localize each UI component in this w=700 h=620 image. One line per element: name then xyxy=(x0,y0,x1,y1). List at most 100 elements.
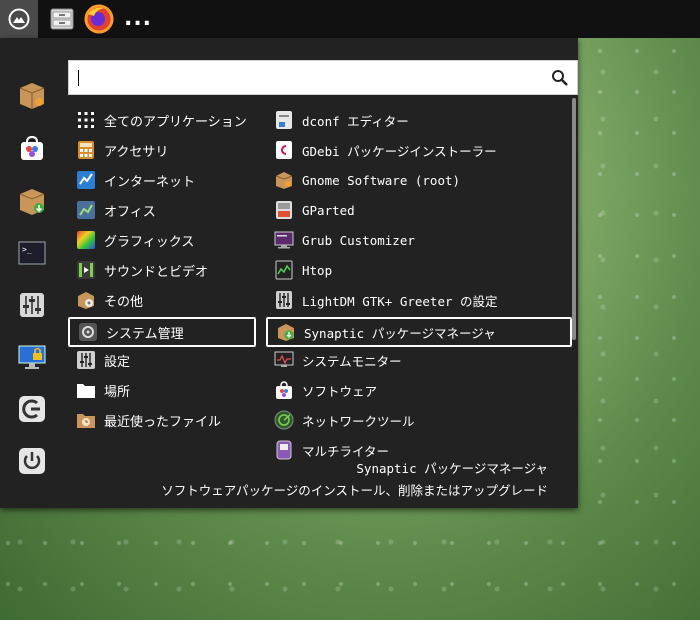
description-body: ソフトウェアパッケージのインストール、削除またはアップグレード xyxy=(161,483,548,498)
app-label: dconf エディター xyxy=(302,113,409,129)
network-tools-icon xyxy=(274,410,294,430)
search-box[interactable] xyxy=(68,60,578,95)
app-label: ネットワークツール xyxy=(302,413,415,429)
app-label: GParted xyxy=(302,202,355,218)
office-icon xyxy=(76,200,96,220)
multimedia-icon xyxy=(76,260,96,280)
category-accessories[interactable]: アクセサリ xyxy=(68,135,256,165)
category-label: 設定 xyxy=(104,354,131,370)
mixer-settings-icon xyxy=(20,293,44,317)
favorite-lock-screen[interactable] xyxy=(16,341,48,373)
internet-icon xyxy=(76,170,96,190)
favorite-terminal[interactable]: >_ xyxy=(16,237,48,269)
category-sound-video[interactable]: サウンドとビデオ xyxy=(68,255,256,285)
app-htop[interactable]: Htop xyxy=(266,255,572,285)
logout-icon xyxy=(19,396,45,422)
favorite-power[interactable] xyxy=(16,445,48,477)
app-grub-customizer[interactable]: Grub Customizer xyxy=(266,225,572,255)
other-icon xyxy=(76,290,96,310)
svg-text:>_: >_ xyxy=(22,245,32,254)
lightdm-icon xyxy=(274,290,294,310)
category-label: システム管理 xyxy=(106,326,184,342)
category-label: インターネット xyxy=(104,174,196,190)
favorite-software[interactable] xyxy=(16,132,48,164)
category-office[interactable]: オフィス xyxy=(68,195,256,225)
grub-icon xyxy=(274,230,294,250)
favorites-column: >_ xyxy=(0,38,62,508)
app-system-monitor[interactable]: システムモニター xyxy=(266,345,572,375)
category-label: オフィス xyxy=(104,204,156,220)
category-system-administration[interactable]: システム管理 xyxy=(68,317,256,347)
menu-button[interactable] xyxy=(0,0,38,38)
category-all-applications[interactable]: 全てのアプリケーション xyxy=(68,105,256,135)
app-label: Gnome Software (root) xyxy=(302,172,461,188)
app-gdebi[interactable]: GDebi パッケージインストーラー xyxy=(266,135,572,165)
more-button[interactable]: ... xyxy=(124,0,152,38)
graphics-icon xyxy=(76,230,96,250)
settings-icon xyxy=(76,350,96,370)
folder-icon xyxy=(76,380,96,400)
system-monitor-icon xyxy=(274,350,294,370)
favorite-package-install[interactable] xyxy=(16,185,48,217)
multiwriter-icon xyxy=(274,440,294,460)
category-label: 全てのアプリケーション xyxy=(104,114,247,130)
category-label: アクセサリ xyxy=(104,144,169,160)
package-install-icon xyxy=(19,189,45,215)
favorite-logout[interactable] xyxy=(16,393,48,425)
text-caret xyxy=(78,70,79,86)
file-manager-icon xyxy=(50,8,74,30)
app-label: ソフトウェア xyxy=(302,383,378,399)
app-label: Htop xyxy=(302,262,333,278)
menu-icon xyxy=(8,8,30,30)
app-label: システムモニター xyxy=(302,353,402,369)
package-icon xyxy=(274,170,294,190)
app-gnome-software-root[interactable]: Gnome Software (root) xyxy=(266,165,572,195)
category-other[interactable]: その他 xyxy=(68,285,256,315)
app-label: Grub Customizer xyxy=(302,232,415,248)
favorite-settings[interactable] xyxy=(16,289,48,321)
debian-icon xyxy=(274,140,294,160)
lock-screen-icon xyxy=(18,345,46,369)
app-dconf-editor[interactable]: dconf エディター xyxy=(266,105,572,135)
category-label: 場所 xyxy=(104,384,131,400)
category-label: 最近使ったファイル xyxy=(104,414,222,430)
dconf-icon xyxy=(274,110,294,130)
category-label: サウンドとビデオ xyxy=(104,264,209,280)
category-label: グラフィックス xyxy=(104,234,195,250)
search-input[interactable] xyxy=(75,67,539,91)
app-gparted[interactable]: GParted xyxy=(266,195,572,225)
category-recent-files[interactable]: 最近使ったファイル xyxy=(68,405,256,435)
package-icon xyxy=(19,83,45,109)
category-label: その他 xyxy=(104,294,144,310)
synaptic-icon xyxy=(276,322,296,342)
htop-icon xyxy=(274,260,294,280)
recent-files-icon xyxy=(76,410,96,430)
app-network-tools[interactable]: ネットワークツール xyxy=(266,405,572,435)
top-panel: ... xyxy=(0,0,700,38)
file-manager-button[interactable] xyxy=(46,0,78,38)
description-title: Synaptic パッケージマネージャ xyxy=(356,461,548,476)
search-icon[interactable] xyxy=(551,69,569,87)
terminal-icon: >_ xyxy=(18,241,46,265)
app-label: マルチライター xyxy=(302,443,390,459)
category-graphics[interactable]: グラフィックス xyxy=(68,225,256,255)
gparted-icon xyxy=(274,200,294,220)
category-places[interactable]: 場所 xyxy=(68,375,256,405)
app-label: Synaptic パッケージマネージャ xyxy=(304,325,496,341)
power-icon xyxy=(19,448,45,474)
category-settings[interactable]: 設定 xyxy=(68,345,256,375)
grid-icon xyxy=(76,110,96,130)
category-internet[interactable]: インターネット xyxy=(68,165,256,195)
calculator-icon xyxy=(76,140,96,160)
app-label: LightDM GTK+ Greeter の設定 xyxy=(302,293,498,309)
software-store-icon xyxy=(21,135,43,160)
app-software[interactable]: ソフトウェア xyxy=(266,375,572,405)
app-synaptic-package-manager[interactable]: Synaptic パッケージマネージャ xyxy=(266,317,572,347)
firefox-button[interactable] xyxy=(82,0,116,38)
app-lightdm-gtk-greeter-settings[interactable]: LightDM GTK+ Greeter の設定 xyxy=(266,285,572,315)
favorite-package[interactable] xyxy=(16,79,48,111)
application-menu: >_ 全てのアプリケーション アクセサリ インターネット オフィス グラフィック… xyxy=(0,38,578,508)
apps-scrollbar[interactable] xyxy=(572,98,576,340)
app-label: GDebi パッケージインストーラー xyxy=(302,143,497,159)
software-store-icon xyxy=(274,380,294,400)
